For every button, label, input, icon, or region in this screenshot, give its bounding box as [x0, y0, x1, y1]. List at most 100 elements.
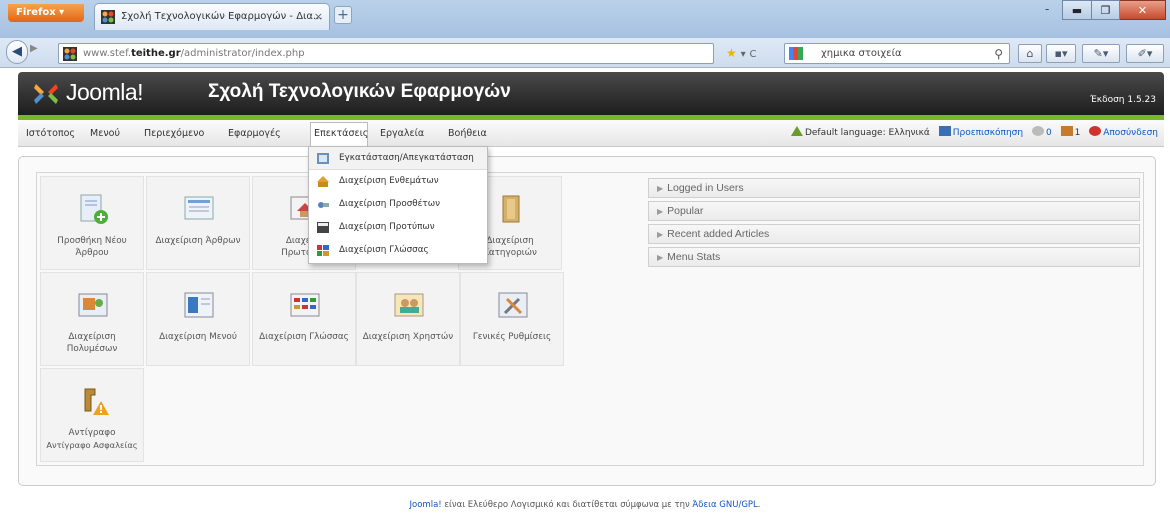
tile-label-line2: Αντίγραφο Ασφαλείας	[46, 440, 138, 450]
panel-popular[interactable]: ▶ Popular	[648, 201, 1140, 221]
logout-link[interactable]: Αποσύνδεση	[1103, 128, 1158, 138]
preview-link[interactable]: Προεπισκόπηση	[953, 128, 1023, 138]
footer-text: είναι Ελεύθερο Λογισμικό και διατίθεται …	[441, 500, 693, 510]
addon-button[interactable]: ✎▾	[1082, 44, 1120, 63]
version-label: Έκδοση 1.5.23	[1090, 95, 1156, 105]
footer-license-link[interactable]: Άδεια GNU/GPL	[692, 500, 757, 510]
home-button[interactable]: ⌂	[1018, 44, 1042, 63]
modules-icon	[317, 176, 329, 187]
dropdown-label: Εγκατάσταση/Απεγκατάσταση	[339, 153, 474, 163]
back-button[interactable]: ◀	[6, 40, 28, 64]
new-tab-button[interactable]: +	[334, 6, 352, 24]
dropdown-arrow-icon[interactable]: ▾	[741, 49, 746, 60]
panel-recent-articles[interactable]: ▶ Recent added Articles	[648, 224, 1140, 244]
tile-label-line1: Διαχείριση Χρηστών	[362, 332, 454, 342]
search-icon[interactable]: ⚲	[994, 45, 1003, 64]
panel-title: Menu Stats	[667, 251, 721, 263]
tile-article-manager[interactable]: Διαχείριση Άρθρων	[146, 176, 250, 270]
users-icon	[394, 293, 424, 317]
dropdown-item-templates[interactable]: Διαχείριση Προτύπων	[309, 216, 487, 239]
firefox-menu-button[interactable]: Firefox ▾	[8, 4, 84, 22]
articles-icon	[184, 196, 214, 220]
menu-item-help[interactable]: Βοήθεια	[448, 128, 487, 139]
footer: Joomla! είναι Ελεύθερο Λογισμικό και δια…	[0, 500, 1170, 510]
url-controls: ★ ▾ C	[726, 46, 756, 60]
languages-icon	[317, 245, 329, 256]
site-name: Σχολή Τεχνολογικών Εφαρμογών	[208, 81, 511, 102]
tile-menu-manager[interactable]: Διαχείριση Μενού	[146, 272, 250, 366]
logout-icon[interactable]	[1089, 126, 1102, 136]
browser-navbar: ◀ ▶ www.stef.teithe.gr/administrator/ind…	[0, 38, 1170, 68]
window-minimize-icon[interactable]: -	[1045, 2, 1049, 16]
tile-add-article[interactable]: Προσθήκη Νέου Άρθρου	[40, 176, 144, 270]
joomla-favicon-icon	[101, 10, 115, 24]
tile-label-line1: Διαχείριση Γλώσσας	[259, 332, 349, 342]
users-online-icon	[1060, 126, 1073, 136]
messages-icon[interactable]	[1031, 126, 1044, 136]
default-language: Default language: Ελληνικά	[804, 128, 930, 138]
search-box[interactable]: χημικα στοιχεία ⚲	[784, 43, 1010, 64]
tools-button[interactable]: ✐▾	[1126, 44, 1164, 63]
menu-item-content[interactable]: Περιεχόμενο	[144, 128, 204, 139]
menu-item-extensions[interactable]: Επεκτάσεις	[314, 128, 368, 139]
google-icon[interactable]	[789, 47, 803, 60]
url-prefix: www.stef.	[83, 48, 132, 59]
panel-menu-stats[interactable]: ▶ Menu Stats	[648, 247, 1140, 267]
tile-language-manager[interactable]: Διαχείριση Γλώσσας	[252, 272, 356, 366]
language-icon	[790, 126, 803, 136]
maximize-button[interactable]: ❐	[1092, 0, 1120, 20]
expand-arrow-icon: ▶	[657, 253, 664, 262]
backup-icon	[84, 388, 109, 415]
users-online-count: 1	[1074, 128, 1081, 138]
tile-label-line1: Διαχείριση	[68, 332, 116, 342]
menu-item-site[interactable]: Ιστότοπος	[26, 128, 75, 139]
tile-label-line1: Προσθήκη Νέου	[57, 236, 127, 246]
url-bar[interactable]: www.stef.teithe.gr/administrator/index.p…	[58, 43, 714, 64]
tab-close-icon[interactable]: ×	[314, 4, 323, 30]
tab-title: Σχολή Τεχνολογικών Εφαρμογών - Δια...	[121, 11, 323, 22]
tile-user-manager[interactable]: Διαχείριση Χρηστών	[356, 272, 460, 366]
joomla-logo-icon	[34, 84, 58, 104]
panel-title: Recent added Articles	[667, 228, 770, 240]
preview-icon	[938, 126, 951, 136]
panel-logged-in-users[interactable]: ▶ Logged in Users	[648, 178, 1140, 198]
joomla-logo-text: Joomla!	[66, 79, 144, 105]
footer-joomla-link[interactable]: Joomla!	[410, 500, 442, 510]
browser-tab[interactable]: Σχολή Τεχνολογικών Εφαρμογών - Δια... ×	[94, 3, 330, 30]
search-input[interactable]: χημικα στοιχεία	[821, 48, 902, 59]
footer-end: .	[757, 500, 761, 510]
tile-label-line1: Γενικές Ρυθμίσεις	[472, 332, 552, 342]
dropdown-item-modules[interactable]: Διαχείριση Ενθεμάτων	[309, 170, 487, 193]
dropdown-label: Διαχείριση Ενθεμάτων	[339, 176, 439, 186]
expand-arrow-icon: ▶	[657, 230, 664, 239]
site-favicon-icon	[63, 47, 77, 61]
install-icon	[317, 153, 329, 164]
expand-arrow-icon: ▶	[657, 184, 664, 193]
dropdown-label: Διαχείριση Προτύπων	[339, 222, 435, 232]
tile-label-line2: Κατηγοριών	[483, 248, 537, 258]
messages-count[interactable]: 0	[1046, 128, 1052, 138]
categories-icon	[502, 195, 520, 223]
menu-item-components[interactable]: Εφαρμογές	[228, 128, 281, 139]
dropdown-item-install[interactable]: Εγκατάσταση/Απεγκατάσταση	[309, 147, 487, 170]
tile-media-manager[interactable]: Διαχείριση Πολυμέσων	[40, 272, 144, 366]
tile-backup[interactable]: Αντίγραφο Αντίγραφο Ασφαλείας	[40, 368, 144, 462]
dropdown-item-plugins[interactable]: Διαχείριση Προσθέτων	[309, 193, 487, 216]
extensions-dropdown: Εγκατάσταση/Απεγκατάσταση Διαχείριση Ενθ…	[308, 146, 488, 264]
tile-global-config[interactable]: Γενικές Ρυθμίσεις	[460, 272, 564, 366]
screen-button[interactable]: ▪▾	[1046, 44, 1076, 63]
url-path: /administrator/index.php	[180, 48, 305, 59]
dropdown-item-languages[interactable]: Διαχείριση Γλώσσας	[309, 239, 487, 262]
bookmark-star-icon[interactable]: ★	[726, 46, 737, 60]
minimize-button[interactable]: ▬	[1062, 0, 1092, 20]
window-controls: ▬ ❐ ✕	[1062, 0, 1166, 20]
dropdown-label: Διαχείριση Γλώσσας	[339, 245, 429, 255]
menu-item-menus[interactable]: Μενού	[90, 128, 120, 139]
menu-item-tools[interactable]: Εργαλεία	[380, 128, 424, 139]
forward-button[interactable]: ▶	[30, 43, 38, 54]
tile-label-line1: Διαχείριση Μενού	[159, 332, 237, 342]
close-window-button[interactable]: ✕	[1120, 0, 1166, 20]
url-domain: teithe.gr	[131, 48, 181, 59]
reload-icon[interactable]: C	[749, 49, 756, 60]
config-icon	[498, 292, 528, 318]
